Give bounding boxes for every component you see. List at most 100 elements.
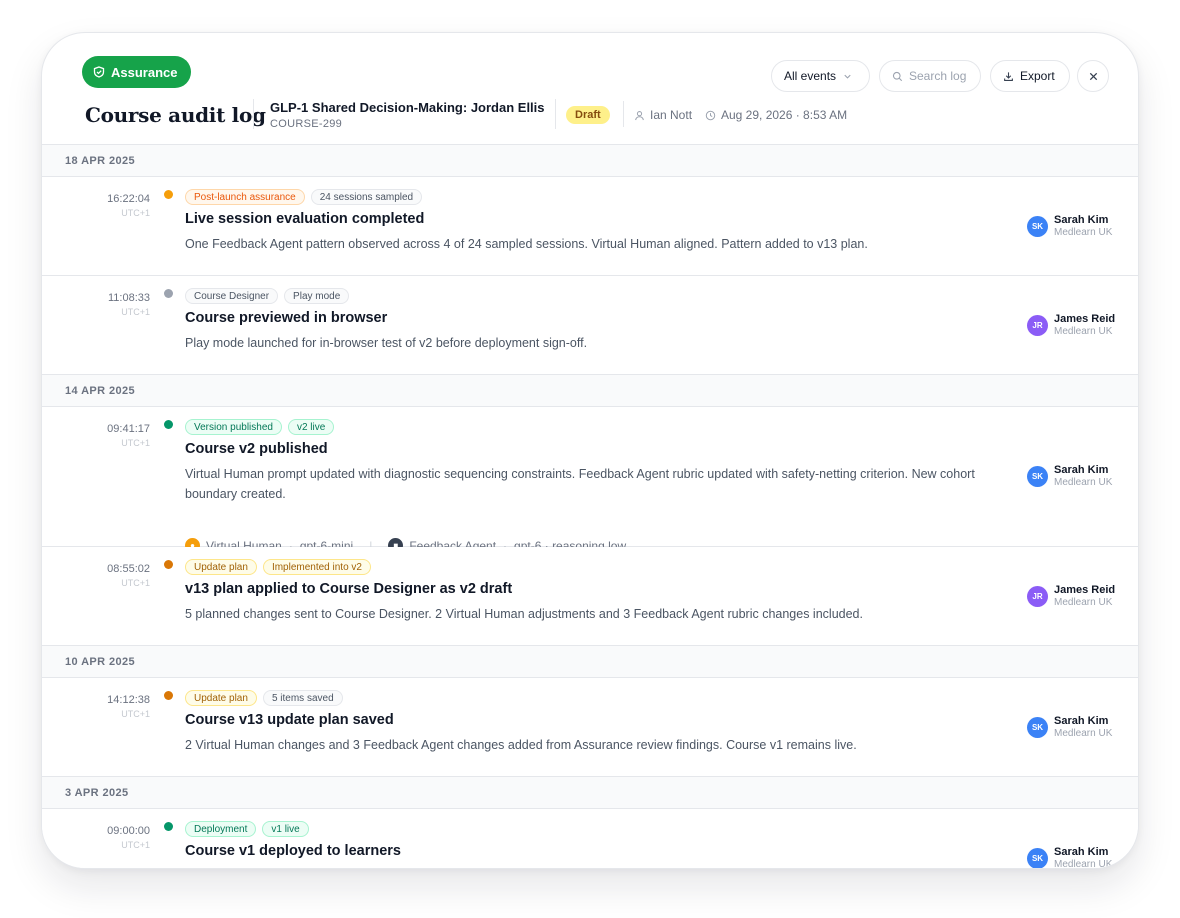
event-row[interactable]: 09:41:17 UTC+1 Version published v2 live Cou… [42,407,1138,553]
user-org: Medlearn UK [1054,477,1113,488]
user-name: James Reid [1054,313,1116,325]
user-org: Medlearn UK [1054,728,1113,739]
event-user[interactable]: SK Sarah Kim Medlearn UK [1027,464,1112,489]
search-input[interactable]: Search log [879,60,981,92]
page-title: Course audit log [85,103,266,127]
event-time: 08:55:02 [107,563,150,575]
user-name: Sarah Kim [1054,464,1109,476]
event-tag: Post-launch assurance [185,189,305,205]
filter-label: All events [784,69,837,83]
status-badge: Draft [566,106,610,124]
event-row[interactable]: 09:00:00 UTC+1 Deployment v1 live Course v1 … [42,809,1138,869]
event-time: 11:08:33 [107,292,150,304]
modal-header: Assurance Course audit log GLP-1 Shared … [42,33,1138,145]
user-org: Medlearn UK [1054,597,1113,608]
event-description: Virtual Human prompt updated with diagno… [185,467,975,501]
avatar: SK [1027,466,1048,487]
owner-meta: Ian Nott [634,108,692,122]
clock-icon [705,110,716,120]
event-row[interactable]: 14:12:38 UTC+1 Update plan 5 items saved Cou… [42,678,1138,777]
event-status-dot [164,822,173,831]
avatar: SK [1027,216,1048,237]
assurance-badge[interactable]: Assurance [82,56,192,88]
event-tags: Post-launch assurance 24 sessions sampled [185,189,423,205]
event-title: Course previewed in browser [185,310,388,326]
avatar: SK [1027,848,1048,868]
event-status-dot [164,289,173,298]
owner-name: Ian Nott [650,108,693,122]
event-tag: Implemented into v2 [262,559,371,575]
user-icon [635,110,644,120]
event-timezone: UTC+1 [121,438,150,448]
event-tags: Deployment v1 live [185,821,309,837]
event-tag: 5 items saved [262,690,343,706]
event-tag: Deployment [185,821,257,837]
avatar: JR [1027,315,1048,336]
event-tags: Version published v2 live [185,419,335,435]
search-placeholder: Search log [909,69,967,83]
header-divider [623,101,624,127]
event-row[interactable]: 08:55:02 UTC+1 Update plan Implemented into… [42,547,1138,646]
event-title: Course v2 published [185,441,328,457]
timestamp-meta: Aug 29, 2026 · 8:53 AM [705,108,847,122]
event-time: 09:00:00 [107,825,150,837]
event-time: 16:22:04 [107,193,150,205]
event-user[interactable]: JR James Reid Medlearn UK [1027,313,1115,338]
event-tag: v2 live [287,419,335,435]
event-filter-dropdown[interactable]: All events [771,60,870,92]
close-button[interactable] [1077,60,1109,92]
event-description: Play mode launched for in-browser test o… [185,336,588,350]
user-org: Medlearn UK [1054,326,1113,337]
assurance-label: Assurance [111,64,178,80]
event-title: Course v1 deployed to learners [185,843,401,859]
course-name: GLP-1 Shared Decision-Making: Jordan Ell… [270,100,545,115]
event-user[interactable]: SK Sarah Kim Medlearn UK [1027,214,1112,239]
event-tag: Update plan [185,559,257,575]
event-description: First live cohort opened. Virtual Human … [185,866,1015,868]
event-user[interactable]: SK Sarah Kim Medlearn UK [1027,715,1112,740]
event-tag: v1 live [262,821,309,837]
event-timezone: UTC+1 [121,578,150,588]
course-code: COURSE-299 [270,118,343,130]
event-tag: 24 sessions sampled [310,189,423,205]
shield-check-icon [93,66,105,78]
event-time: 14:12:38 [107,694,150,706]
avatar: SK [1027,717,1048,738]
header-divider [555,99,556,129]
event-title: Live session evaluation completed [185,211,425,227]
event-status-dot [164,691,173,700]
event-description: One Feedback Agent pattern observed acro… [185,237,868,251]
timestamp: Aug 29, 2026 · 8:53 AM [721,108,848,122]
event-tag: Course Designer [185,288,279,304]
event-tags: Course Designer Play mode [185,288,350,304]
user-name: Sarah Kim [1054,214,1109,226]
close-icon [1089,72,1097,80]
date-group-header: 18 APR 2025 [42,145,1138,177]
download-icon [1004,71,1013,81]
event-tags: Update plan 5 items saved [185,690,343,706]
header-divider [253,99,254,129]
event-status-dot [164,190,173,199]
event-time: 09:41:17 [107,423,150,435]
user-name: Sarah Kim [1054,715,1109,727]
user-org: Medlearn UK [1054,859,1113,869]
event-description: 2 Virtual Human changes and 3 Feedback A… [185,738,857,752]
avatar: JR [1027,586,1048,607]
audit-log-modal: Assurance Course audit log GLP-1 Shared … [41,32,1139,869]
event-title: Course v13 update plan saved [185,712,394,728]
event-timezone: UTC+1 [121,840,150,850]
export-button[interactable]: Export [990,60,1070,92]
event-row[interactable]: 16:22:04 UTC+1 Post-launch assurance 24 ses… [42,177,1138,276]
chevron-down-icon [844,74,851,79]
event-row[interactable]: 11:08:33 UTC+1 Course Designer Play mode Cou… [42,276,1138,375]
event-timezone: UTC+1 [121,709,150,719]
event-title: v13 plan applied to Course Designer as v… [185,581,513,597]
event-user[interactable]: JR James Reid Medlearn UK [1027,584,1115,609]
event-timezone: UTC+1 [121,307,150,317]
event-user[interactable]: SK Sarah Kim Medlearn UK [1027,846,1113,869]
event-tags: Update plan Implemented into v2 [185,559,371,575]
search-icon [892,71,903,81]
export-label: Export [1020,69,1055,83]
date-group-header: 14 APR 2025 [42,375,1138,407]
event-description: 5 planned changes sent to Course Designe… [185,607,863,621]
